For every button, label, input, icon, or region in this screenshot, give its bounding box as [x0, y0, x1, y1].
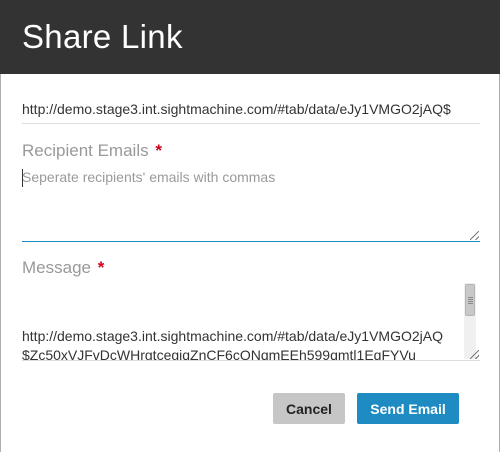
message-scrollbar[interactable]: [464, 283, 476, 359]
cancel-button[interactable]: Cancel: [273, 393, 345, 424]
message-label-text: Message: [22, 258, 91, 277]
share-link-field[interactable]: [22, 94, 480, 124]
message-label: Message *: [22, 258, 104, 278]
message-text: http://demo.stage3.int.sightmachine.com/…: [22, 328, 443, 361]
message-input[interactable]: http://demo.stage3.int.sightmachine.com/…: [22, 283, 480, 361]
recipient-emails-input[interactable]: [22, 165, 480, 242]
required-asterisk: *: [97, 258, 105, 277]
text-cursor: [22, 169, 23, 187]
resize-grip-icon[interactable]: [470, 350, 479, 359]
send-email-button[interactable]: Send Email: [357, 393, 459, 424]
dialog-border-left: [0, 74, 1, 452]
dialog-title: Share Link: [22, 18, 183, 55]
dialog-header: Share Link: [0, 0, 500, 74]
recipient-emails-label: Recipient Emails *: [22, 141, 162, 161]
scrollbar-thumb[interactable]: [465, 284, 475, 316]
grip-line: [467, 300, 473, 302]
share-link-dialog: Share Link Recipient Emails * Message * …: [0, 0, 500, 452]
grip-line: [467, 296, 473, 298]
grip-line: [467, 302, 473, 304]
grip-line: [467, 298, 473, 300]
resize-grip-icon[interactable]: [470, 231, 479, 240]
required-asterisk: *: [155, 141, 162, 160]
recipient-emails-label-text: Recipient Emails: [22, 141, 149, 160]
